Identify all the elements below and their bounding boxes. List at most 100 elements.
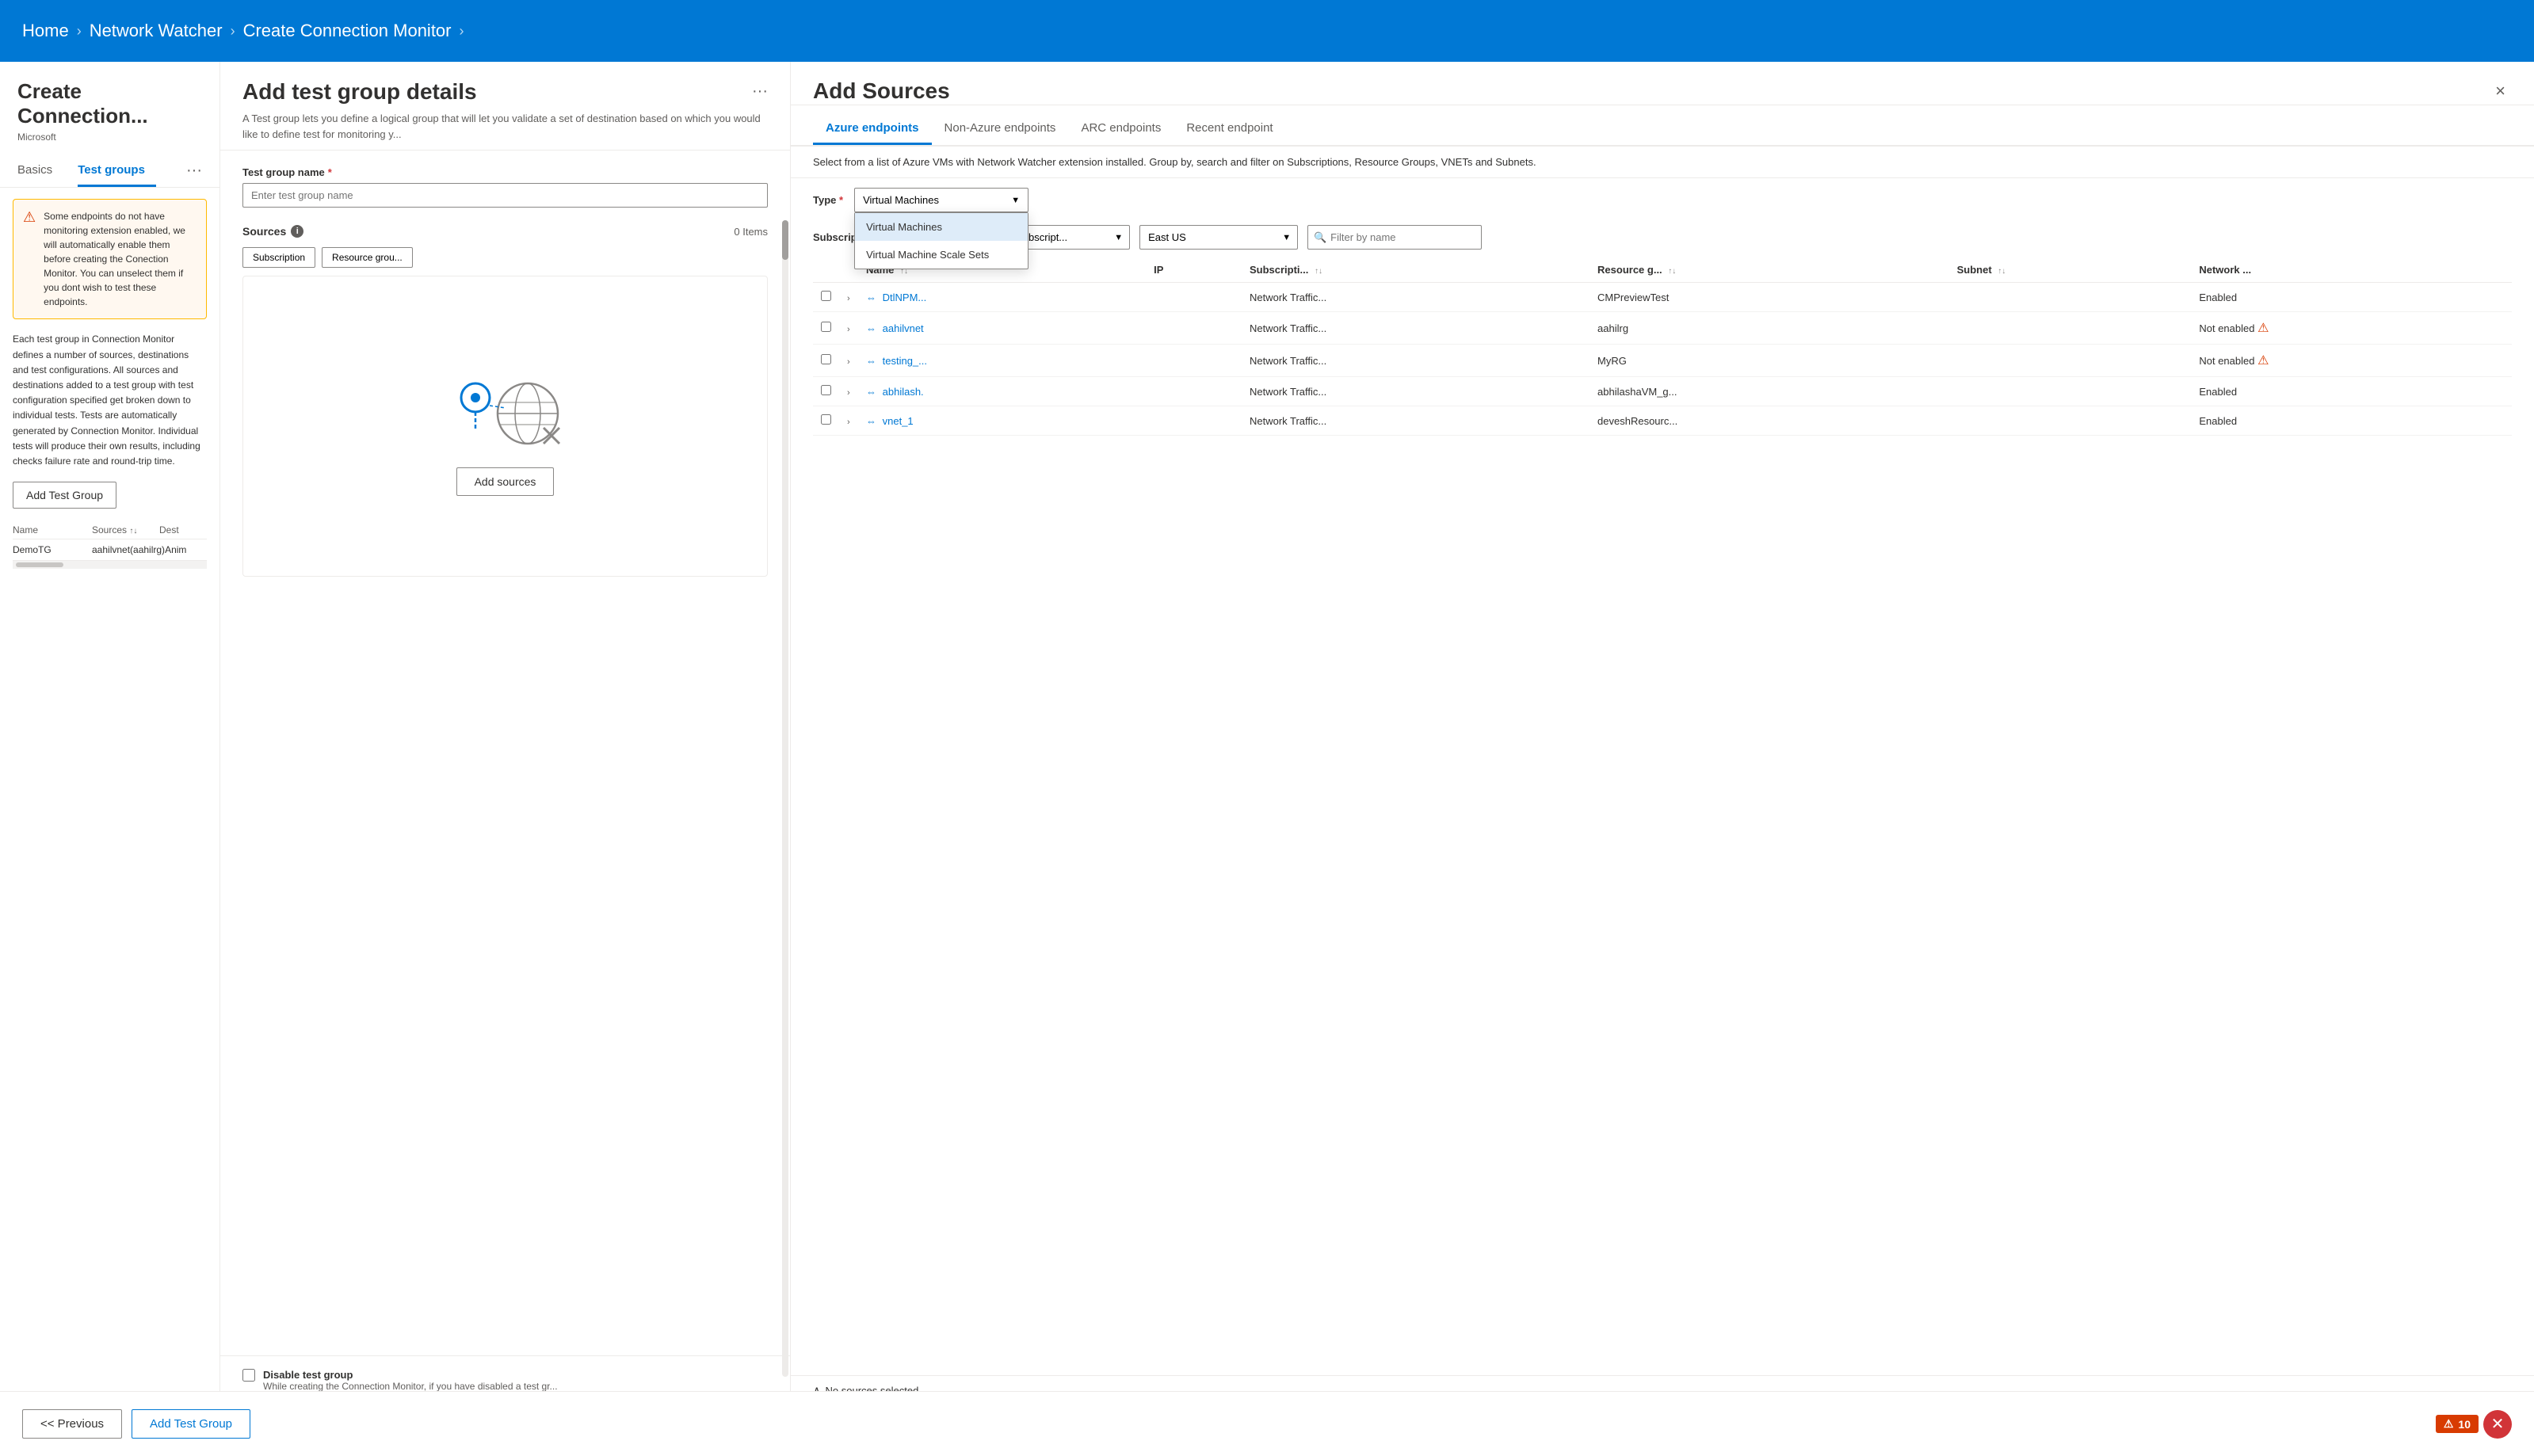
- row-subnet-1: [1949, 283, 2192, 312]
- vm-icon-2: ⇔: [866, 322, 876, 334]
- col-resource-group-header[interactable]: Resource g... ↑↓: [1589, 257, 1949, 283]
- table-wrapper: Name ↑↓ IP Subscripti... ↑↓ Resource g..…: [791, 257, 2534, 1375]
- row-name-2[interactable]: ⇔ aahilvnet: [866, 322, 924, 334]
- vm-icon-1: ⇔: [866, 292, 876, 303]
- close-button[interactable]: ×: [2489, 78, 2512, 105]
- sidebar-content: ⚠ Some endpoints do not have monitoring …: [0, 188, 219, 1456]
- table-row[interactable]: › ⇔ DtlNPM... Network Traffic... CMPrevi…: [813, 283, 2512, 312]
- type-dropdown-button[interactable]: Virtual Machines ▼: [854, 188, 1028, 212]
- col-subscription-header[interactable]: Subscripti... ↑↓: [1242, 257, 1589, 283]
- row-subnet-4: [1949, 377, 2192, 406]
- add-sources-panel: Add Sources × Azure endpoints Non-Azure …: [791, 62, 2534, 1456]
- sources-section: Sources i 0 Items Subscription Resource …: [242, 225, 768, 577]
- row-sources: aahilvnet(aahilrg): [92, 544, 165, 555]
- horizontal-scrollbar[interactable]: [13, 561, 207, 569]
- sort-arrows-subnet[interactable]: ↑↓: [1998, 267, 2005, 276]
- expand-icon-4[interactable]: ›: [847, 388, 850, 398]
- tab-basics[interactable]: Basics: [17, 155, 63, 187]
- middle-more-icon[interactable]: ···: [752, 82, 768, 101]
- warning-badge-count: 10: [2458, 1418, 2471, 1431]
- row-checkbox-3[interactable]: [821, 354, 831, 364]
- row-sub-2: Network Traffic...: [1242, 312, 1589, 345]
- sources-tab-subscription[interactable]: Subscription: [242, 247, 315, 268]
- warning-icon-row-3: ⚠: [2257, 354, 2269, 368]
- expand-icon-3[interactable]: ›: [847, 357, 850, 367]
- row-checkbox-5[interactable]: [821, 414, 831, 425]
- error-badge[interactable]: ✕: [2483, 1410, 2512, 1439]
- row-name-4[interactable]: ⇔ abhilash.: [866, 386, 924, 398]
- middle-body: Test group name * Sources i 0 Items Subs…: [220, 151, 790, 1355]
- expand-icon-5[interactable]: ›: [847, 417, 850, 427]
- expand-icon-1[interactable]: ›: [847, 294, 850, 303]
- expand-icon-2[interactable]: ›: [847, 325, 850, 334]
- row-ip-3: [1146, 345, 1242, 377]
- sources-info-icon[interactable]: i: [291, 225, 303, 238]
- test-group-name-input[interactable]: [242, 183, 768, 208]
- table-row[interactable]: › ⇔ aahilvnet Network Traffic... aahilrg…: [813, 312, 2512, 345]
- sort-arrows-sub[interactable]: ↑↓: [1315, 267, 1322, 276]
- table-row[interactable]: DemoTG aahilvnet(aahilrg) Anim: [13, 539, 207, 561]
- top-bar: Home › Network Watcher › Create Connecti…: [0, 0, 2534, 62]
- row-rg-4: abhilashaVM_g...: [1589, 377, 1949, 406]
- row-name-3[interactable]: ⇔ testing_...: [866, 355, 927, 367]
- filter-by-name-input[interactable]: [1307, 225, 1482, 250]
- type-dropdown[interactable]: Virtual Machines ▼ Virtual Machines Virt…: [854, 188, 1028, 212]
- breadcrumb-network-watcher[interactable]: Network Watcher: [90, 21, 223, 41]
- tab-test-groups[interactable]: Test groups: [78, 155, 156, 187]
- table-row[interactable]: › ⇔ testing_... Network Traffic... MyRG …: [813, 345, 2512, 377]
- col-dest: Dest: [159, 524, 207, 536]
- sort-arrows-rg[interactable]: ↑↓: [1668, 267, 1676, 276]
- add-test-group-footer-button[interactable]: Add Test Group: [132, 1409, 250, 1439]
- row-name-5[interactable]: ⇔ vnet_1: [866, 415, 914, 427]
- col-ip-header[interactable]: IP: [1146, 257, 1242, 283]
- row-checkbox-4[interactable]: [821, 385, 831, 395]
- search-icon: 🔍: [1314, 231, 1326, 244]
- row-checkbox-1[interactable]: [821, 291, 831, 301]
- middle-scrollbar[interactable]: [782, 220, 788, 1377]
- middle-title: Add test group details: [242, 79, 768, 105]
- region-dropdown[interactable]: East US ▼: [1139, 225, 1298, 250]
- disable-checkbox[interactable]: [242, 1369, 255, 1382]
- row-ip-2: [1146, 312, 1242, 345]
- tab-non-azure-endpoints[interactable]: Non-Azure endpoints: [932, 113, 1069, 145]
- scrollbar-thumb[interactable]: [16, 562, 63, 567]
- row-ip-5: [1146, 406, 1242, 436]
- warning-triangle-icon: ⚠: [23, 209, 36, 309]
- row-sub-3: Network Traffic...: [1242, 345, 1589, 377]
- vm-icon-4: ⇔: [866, 386, 876, 398]
- col-network-header[interactable]: Network ...: [2191, 257, 2512, 283]
- row-ip-4: [1146, 377, 1242, 406]
- col-checkbox: [813, 257, 839, 283]
- type-option-vm[interactable]: Virtual Machines: [855, 213, 1028, 241]
- breadcrumb-home[interactable]: Home: [22, 21, 69, 41]
- middle-header: ··· Add test group details A Test group …: [220, 62, 790, 151]
- row-network-2: Not enabled ⚠: [2191, 312, 2512, 345]
- sources-header: Sources i 0 Items: [242, 225, 768, 238]
- type-option-vmss[interactable]: Virtual Machine Scale Sets: [855, 241, 1028, 269]
- col-sources: Sources ↑↓: [92, 524, 159, 536]
- globe-illustration: [442, 356, 569, 452]
- sources-title: Sources i: [242, 225, 303, 238]
- endpoint-tabs: Azure endpoints Non-Azure endpoints ARC …: [791, 113, 2534, 147]
- row-name-1[interactable]: ⇔ DtlNPM...: [866, 292, 926, 303]
- row-subnet-3: [1949, 345, 2192, 377]
- sidebar-more-icon[interactable]: ···: [186, 155, 202, 187]
- sources-tab-resource-group[interactable]: Resource grou...: [322, 247, 413, 268]
- middle-scroll-thumb[interactable]: [782, 220, 788, 260]
- table-body: › ⇔ DtlNPM... Network Traffic... CMPrevi…: [813, 283, 2512, 436]
- tab-azure-endpoints[interactable]: Azure endpoints: [813, 113, 932, 145]
- add-sources-title: Add Sources: [813, 78, 950, 104]
- add-test-group-button[interactable]: Add Test Group: [13, 482, 116, 509]
- warning-badge[interactable]: ⚠ 10: [2436, 1415, 2479, 1433]
- tab-arc-endpoints[interactable]: ARC endpoints: [1068, 113, 1174, 145]
- col-subnet-header[interactable]: Subnet ↑↓: [1949, 257, 2192, 283]
- previous-button[interactable]: << Previous: [22, 1409, 122, 1439]
- table-row[interactable]: › ⇔ vnet_1 Network Traffic... deveshReso…: [813, 406, 2512, 436]
- disable-desc: While creating the Connection Monitor, i…: [263, 1381, 558, 1392]
- tab-recent-endpoint[interactable]: Recent endpoint: [1174, 113, 1285, 145]
- table-row[interactable]: › ⇔ abhilash. Network Traffic... abhilas…: [813, 377, 2512, 406]
- row-checkbox-2[interactable]: [821, 322, 831, 332]
- add-sources-button[interactable]: Add sources: [456, 467, 555, 496]
- notification-badge: ⚠ 10 ✕: [2436, 1410, 2512, 1439]
- sidebar-title: Create Connection...: [17, 79, 202, 128]
